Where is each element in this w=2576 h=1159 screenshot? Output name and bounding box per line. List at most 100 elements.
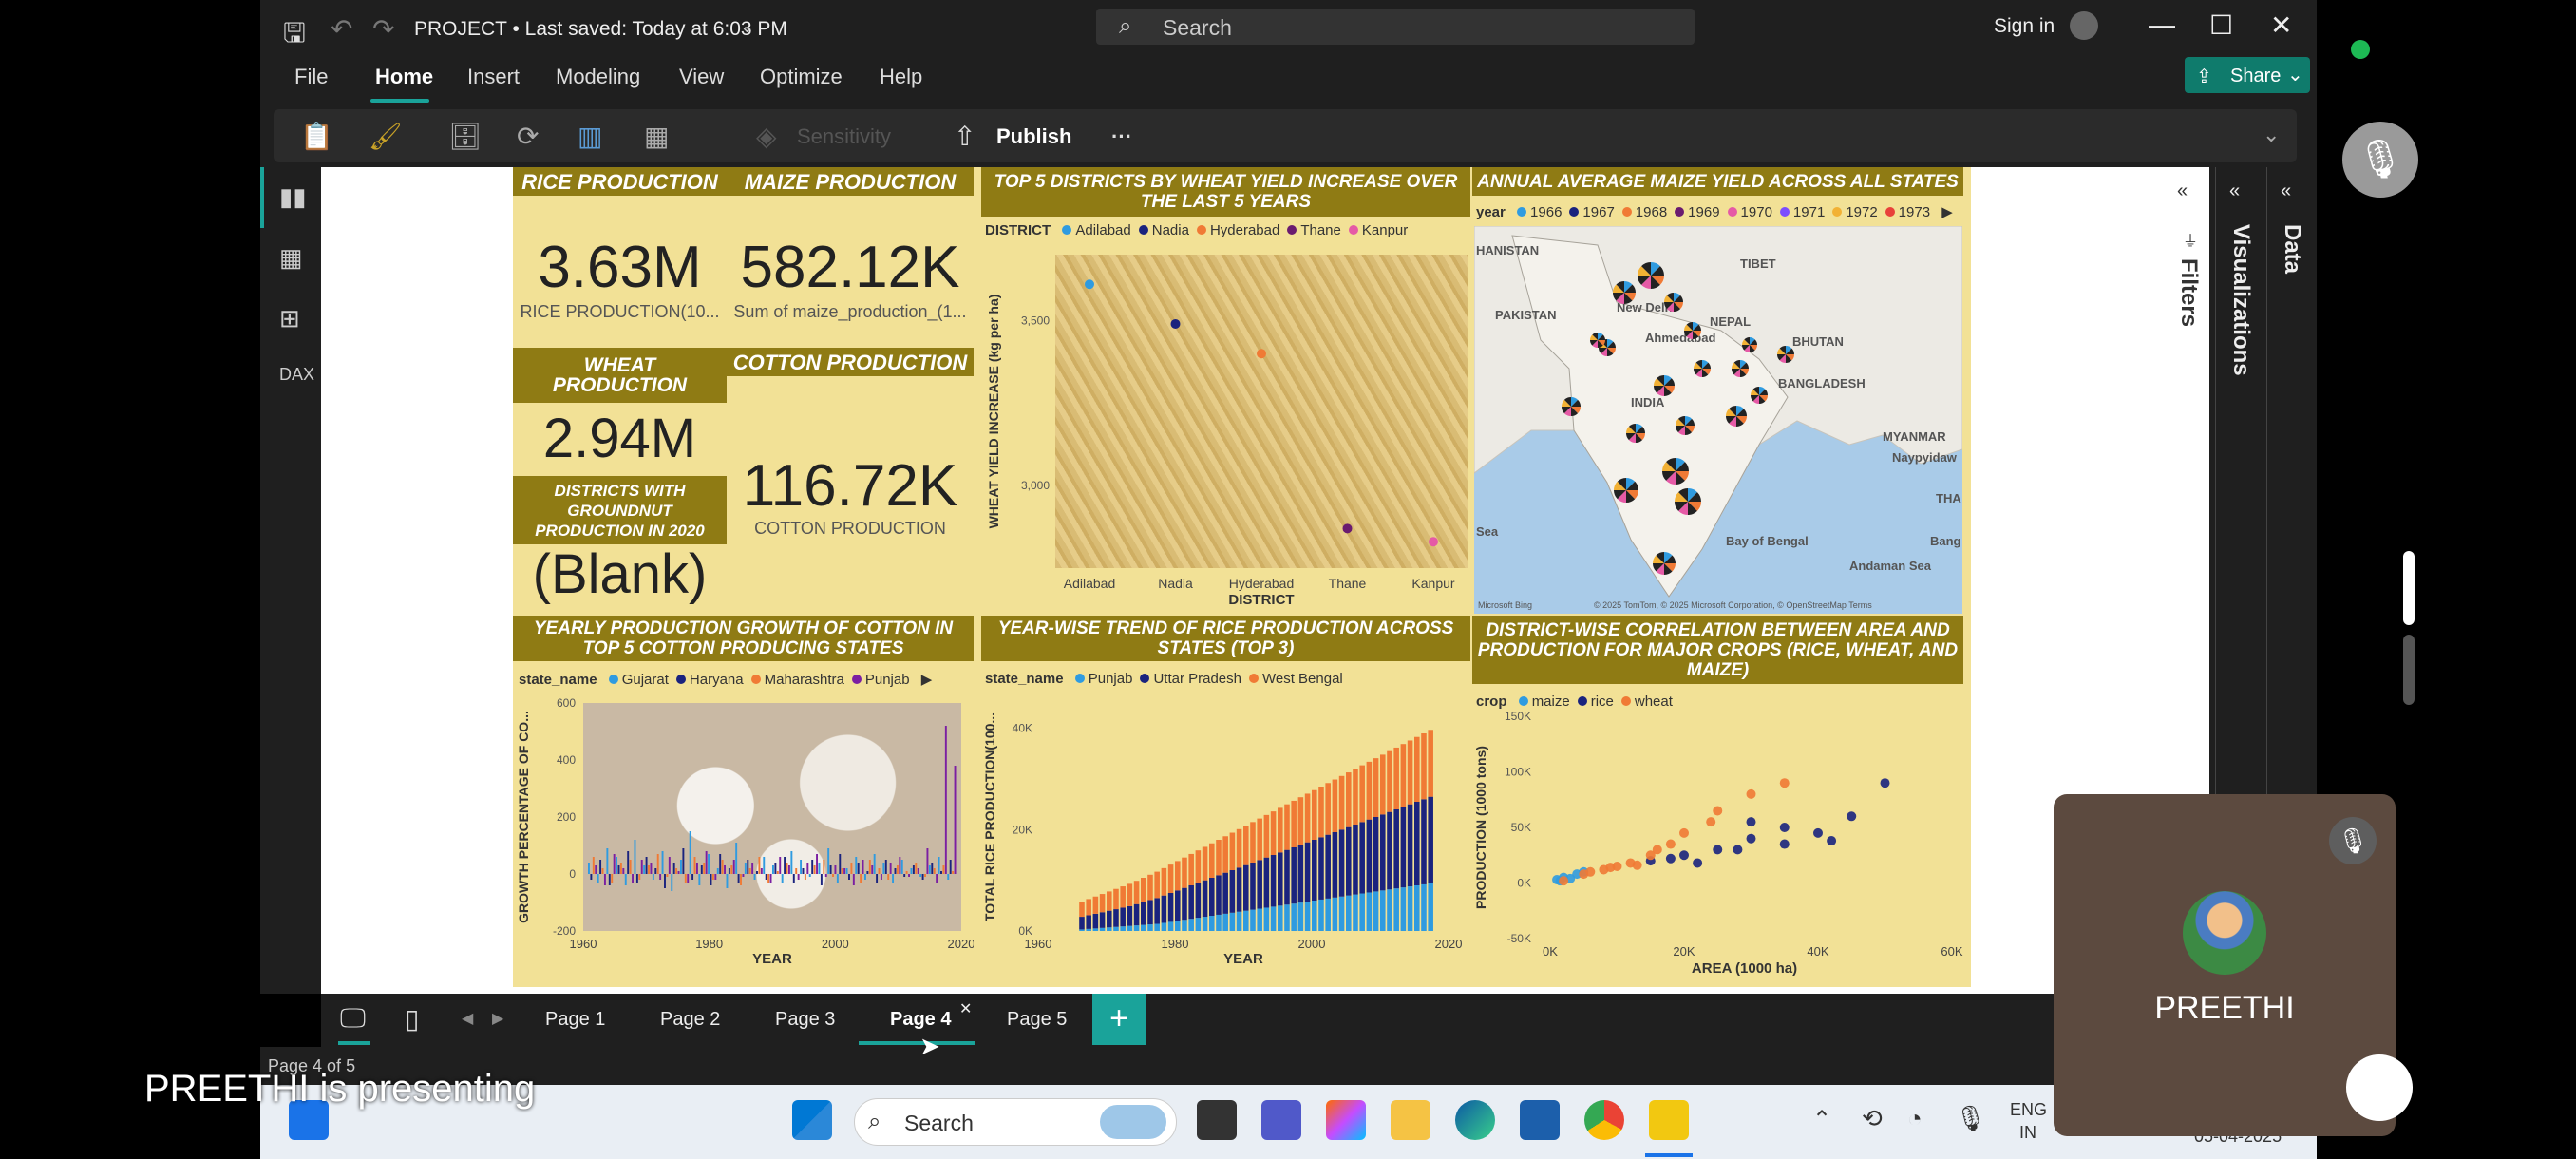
more-options-button[interactable]: ···: [1111, 124, 1132, 149]
legend-item[interactable]: 1970: [1720, 204, 1772, 220]
account-icon[interactable]: [2070, 11, 2098, 40]
wheat-yield-chart[interactable]: TOP 5 DISTRICTS BY WHEAT YIELD INCREASE …: [981, 167, 1470, 609]
legend-item[interactable]: Hyderabad: [1189, 222, 1279, 238]
legend-item[interactable]: 1966: [1509, 204, 1562, 220]
visualizations-label[interactable]: Visualizations: [2227, 224, 2254, 376]
legend-item[interactable]: Gujarat: [601, 672, 669, 688]
chevron-down-icon[interactable]: ⌄: [740, 17, 754, 37]
store-icon[interactable]: [1520, 1100, 1560, 1140]
legend-next-icon[interactable]: ▶: [918, 672, 933, 688]
add-page-button[interactable]: +: [1092, 994, 1146, 1045]
taskbar-search[interactable]: ⌕ Search: [854, 1098, 1177, 1146]
legend-item[interactable]: Maharashtra: [744, 672, 844, 688]
data-label[interactable]: Data: [2279, 224, 2305, 274]
publish-icon[interactable]: ⇧: [954, 121, 975, 152]
mobile-layout-icon[interactable]: ▯: [405, 1003, 419, 1035]
share-button[interactable]: ⇪ Share ⌄: [2185, 57, 2310, 93]
menu-view[interactable]: View: [679, 65, 724, 89]
edge-icon[interactable]: [1455, 1100, 1495, 1140]
undo-icon[interactable]: ↶: [331, 13, 352, 45]
copilot-icon[interactable]: [1326, 1100, 1366, 1140]
paste-icon[interactable]: 📋: [300, 121, 333, 152]
format-painter-icon[interactable]: 🖌: [369, 121, 403, 152]
scrollbar-track[interactable]: [2403, 635, 2415, 705]
camera-toggle-button[interactable]: [2346, 1054, 2413, 1121]
legend-item[interactable]: Haryana: [669, 672, 744, 688]
rice-card[interactable]: RICE PRODUCTION 3.63M RICE PRODUCTION(10…: [513, 167, 727, 348]
tab-page-5[interactable]: Page 5: [1007, 1009, 1067, 1031]
tab-page-3[interactable]: Page 3: [775, 1009, 835, 1031]
filters-label[interactable]: Filters: [2175, 258, 2202, 327]
start-icon[interactable]: [792, 1100, 832, 1140]
area-production-scatter[interactable]: DISTRICT-WISE CORRELATION BETWEEN AREA A…: [1472, 616, 1971, 987]
dax-query-icon[interactable]: DAX: [279, 365, 314, 385]
network-icon[interactable]: ◔: [1907, 1104, 1923, 1133]
publish-button[interactable]: Publish: [996, 124, 1071, 149]
maize-card[interactable]: MAIZE PRODUCTION 582.12K Sum of maize_pr…: [727, 167, 974, 348]
microphone-icon[interactable]: 🎙: [1955, 1104, 1986, 1133]
legend-next-icon[interactable]: ▶: [1941, 204, 1953, 220]
tab-page-4[interactable]: Page 4: [890, 1009, 951, 1031]
wheat-card[interactable]: WHEAT PRODUCTION 2.94M: [513, 348, 727, 476]
new-visual-icon[interactable]: ▥: [578, 121, 602, 152]
menu-home[interactable]: Home: [375, 65, 433, 89]
power-bi-icon[interactable]: [1649, 1100, 1689, 1140]
tab-page-1[interactable]: Page 1: [545, 1009, 605, 1031]
teams-icon[interactable]: [1261, 1100, 1301, 1140]
legend-item[interactable]: Adilabad: [1054, 222, 1131, 238]
cotton-card[interactable]: COTTON PRODUCTION 116.72K COTTON PRODUCT…: [727, 348, 974, 609]
maize-map-visual[interactable]: ANNUAL AVERAGE MAIZE YIELD ACROSS ALL ST…: [1472, 167, 1971, 616]
close-button[interactable]: ✕: [2270, 10, 2292, 41]
desktop-layout-icon[interactable]: 🖵: [340, 1003, 366, 1035]
table-view-icon[interactable]: ▦: [279, 243, 303, 273]
file-explorer-icon[interactable]: [1391, 1100, 1430, 1140]
legend-item[interactable]: 1968: [1615, 204, 1667, 220]
mic-muted-icon[interactable]: 🎙: [2329, 817, 2377, 864]
legend-item[interactable]: 1971: [1772, 204, 1825, 220]
sign-in-link[interactable]: Sign in: [1994, 15, 2055, 38]
legend-item[interactable]: Thane: [1279, 222, 1341, 238]
model-view-icon[interactable]: ⊞: [279, 304, 300, 333]
groundnut-card[interactable]: DISTRICTS WITH GROUNDNUT PRODUCTION IN 2…: [513, 476, 727, 609]
expand-filters-icon[interactable]: «: [2177, 180, 2188, 202]
legend-item[interactable]: West Bengal: [1241, 671, 1343, 687]
next-page-icon[interactable]: ▶: [492, 1009, 503, 1028]
maximize-button[interactable]: ☐: [2209, 10, 2233, 41]
legend-item[interactable]: wheat: [1614, 694, 1673, 710]
scrollbar-thumb[interactable]: [2403, 551, 2415, 625]
legend-item[interactable]: 1972: [1825, 204, 1878, 220]
presenter-tile[interactable]: 🎙 PREETHI: [2054, 794, 2396, 1136]
prev-page-icon[interactable]: ◀: [462, 1009, 473, 1028]
refresh-icon[interactable]: ⟳: [517, 121, 539, 152]
collapse-ribbon-icon[interactable]: ⌄: [2263, 123, 2280, 147]
legend-item[interactable]: 1967: [1562, 204, 1615, 220]
minimize-button[interactable]: —: [2149, 10, 2175, 40]
mic-muted-icon[interactable]: 🎙: [2342, 122, 2418, 198]
legend-item[interactable]: Kanpur: [1341, 222, 1408, 238]
redo-icon[interactable]: ↷: [372, 13, 394, 45]
legend-item[interactable]: Punjab: [844, 672, 910, 688]
get-data-icon[interactable]: 🗄: [448, 121, 483, 152]
chevron-up-icon[interactable]: ⌃: [1812, 1106, 1831, 1133]
expand-data-icon[interactable]: «: [2281, 180, 2291, 202]
legend-item[interactable]: maize: [1511, 694, 1570, 710]
menu-optimize[interactable]: Optimize: [760, 65, 843, 89]
expand-visualizations-icon[interactable]: «: [2229, 180, 2240, 202]
search-input[interactable]: ⌕ Search: [1096, 9, 1695, 45]
legend-item[interactable]: rice: [1570, 694, 1614, 710]
sync-icon[interactable]: ⟲: [1862, 1104, 1883, 1133]
save-icon[interactable]: 🖫: [283, 13, 306, 59]
menu-modeling[interactable]: Modeling: [556, 65, 640, 89]
calculator-icon[interactable]: ▦: [644, 121, 669, 152]
menu-help[interactable]: Help: [880, 65, 922, 89]
cotton-growth-chart[interactable]: YEARLY PRODUCTION GROWTH OF COTTON IN TO…: [513, 616, 974, 987]
rice-trend-chart[interactable]: YEAR-WISE TREND OF RICE PRODUCTION ACROS…: [981, 616, 1470, 987]
legend-item[interactable]: 1969: [1667, 204, 1720, 220]
chrome-icon[interactable]: [1584, 1100, 1624, 1140]
task-view-icon[interactable]: [1197, 1100, 1237, 1140]
menu-file[interactable]: File: [294, 65, 328, 89]
tab-page-2[interactable]: Page 2: [660, 1009, 720, 1031]
report-view-icon[interactable]: ▮▮: [279, 182, 307, 212]
document-title[interactable]: PROJECT • Last saved: Today at 6:03 PM: [414, 18, 787, 41]
language-label[interactable]: ENG: [2010, 1100, 2047, 1120]
